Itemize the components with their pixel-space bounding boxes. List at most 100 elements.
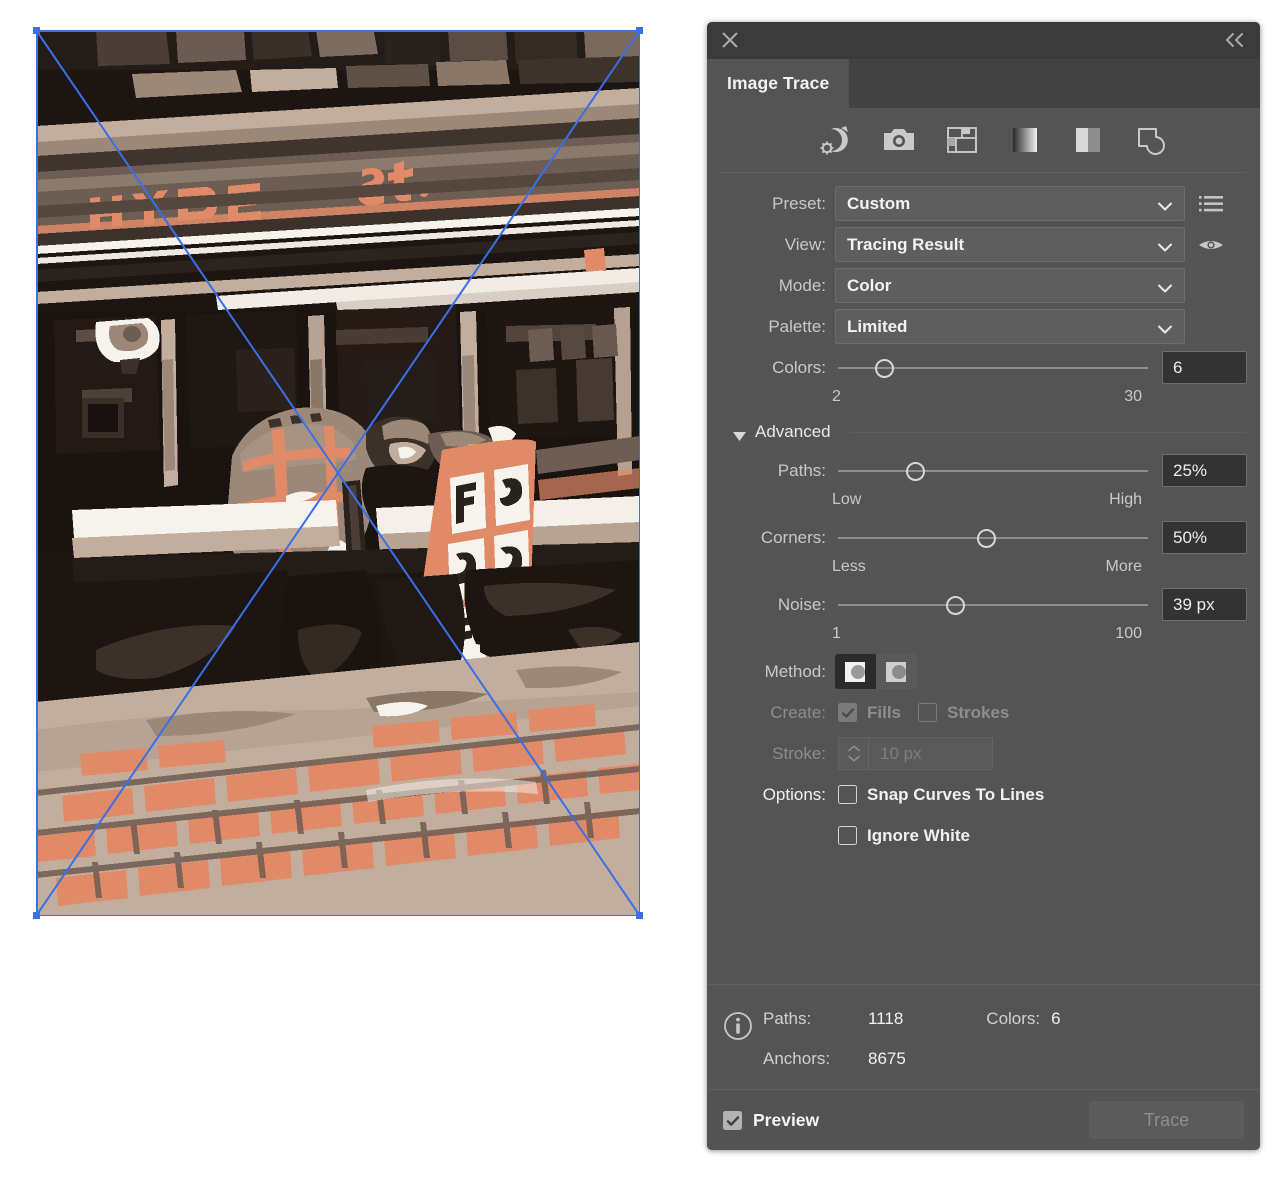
high-color-photo-icon[interactable] — [882, 123, 916, 157]
panel-tab-strip: Image Trace — [707, 59, 1260, 108]
preset-select[interactable]: Custom — [835, 186, 1185, 221]
selection-handle-bottom-right[interactable] — [636, 912, 643, 919]
auto-color-icon[interactable] — [819, 123, 853, 157]
black-and-white-icon[interactable] — [1071, 123, 1105, 157]
trace-info-section: Paths: 1118 Colors: 6 Anchors: 8675 — [707, 984, 1260, 1089]
close-icon[interactable] — [721, 31, 739, 49]
info-icon — [723, 1011, 753, 1041]
paths-slider[interactable] — [838, 456, 1148, 486]
options-label: Options: — [707, 785, 835, 805]
selection-handle-bottom-left[interactable] — [33, 912, 40, 919]
trace-button-label: Trace — [1144, 1110, 1189, 1131]
trace-button[interactable]: Trace — [1089, 1101, 1244, 1139]
create-strokes-option[interactable]: Strokes — [918, 703, 1009, 723]
method-toggle-group — [835, 654, 917, 689]
paths-scale: Low High — [707, 491, 1260, 517]
colors-min-label: 2 — [832, 388, 841, 406]
corners-slider-thumb[interactable] — [977, 529, 996, 548]
selection-handle-top-right[interactable] — [636, 27, 643, 34]
mode-label: Mode: — [707, 276, 835, 296]
noise-slider-thumb[interactable] — [946, 596, 965, 615]
paths-value-field[interactable]: 25% — [1162, 454, 1247, 487]
row-view: View: Tracing Result — [707, 224, 1260, 265]
paths-slider-thumb[interactable] — [906, 462, 925, 481]
info-colors-value: 6 — [1051, 1009, 1060, 1029]
chevron-down-icon — [1158, 198, 1172, 207]
fills-checkbox[interactable] — [838, 703, 857, 722]
corners-value-field[interactable]: 50% — [1162, 521, 1247, 554]
mode-value: Color — [836, 276, 891, 296]
preview-checkbox[interactable] — [723, 1111, 742, 1130]
preset-menu-icon[interactable] — [1194, 189, 1228, 219]
colors-scale: 2 30 — [707, 388, 1260, 414]
info-anchors-value: 8675 — [868, 1049, 906, 1069]
noise-slider[interactable] — [838, 590, 1148, 620]
tab-image-trace[interactable]: Image Trace — [707, 59, 849, 108]
row-options-snap: Options: Snap Curves To Lines — [707, 774, 1260, 815]
info-anchors-label: Anchors: — [763, 1049, 868, 1069]
info-row-anchors: Anchors: 8675 — [763, 1039, 1260, 1079]
panel-body: Preset: Custom — [707, 108, 1260, 1150]
selection-handle-top-left[interactable] — [33, 27, 40, 34]
strokes-checkbox[interactable] — [918, 703, 937, 722]
view-select[interactable]: Tracing Result — [835, 227, 1185, 262]
row-colors: Colors: 6 — [707, 347, 1260, 388]
stroke-input[interactable]: 10 px — [868, 737, 993, 770]
corners-slider[interactable] — [838, 523, 1148, 553]
row-options-ignore-white: Ignore White — [707, 815, 1260, 856]
advanced-label: Advanced — [755, 422, 831, 442]
palette-label: Palette: — [707, 317, 835, 337]
ignore-white-option[interactable]: Ignore White — [838, 826, 970, 846]
paths-label: Paths: — [707, 461, 835, 481]
snap-curves-checkbox[interactable] — [838, 785, 857, 804]
stroke-stepper[interactable] — [838, 737, 868, 770]
stroke-input-group[interactable]: 10 px — [838, 737, 993, 770]
colors-value-field[interactable]: 6 — [1162, 351, 1247, 384]
artboard-selection[interactable] — [36, 30, 640, 916]
chevron-down-icon — [1158, 239, 1172, 248]
eye-icon[interactable] — [1194, 230, 1228, 260]
create-fills-option[interactable]: Fills — [838, 703, 901, 723]
abutting-method-icon[interactable] — [835, 654, 876, 689]
ignore-white-checkbox[interactable] — [838, 826, 857, 845]
noise-value-field[interactable]: 39 px — [1162, 588, 1247, 621]
method-label: Method: — [707, 662, 835, 682]
colors-slider[interactable] — [838, 353, 1148, 383]
mode-select[interactable]: Color — [835, 268, 1185, 303]
settings-rows: Preset: Custom — [707, 173, 1260, 856]
advanced-section-header[interactable]: Advanced — [707, 414, 1260, 450]
preset-label: Preset: — [707, 194, 835, 214]
colors-slider-thumb[interactable] — [875, 359, 894, 378]
double-chevron-left-icon[interactable] — [1224, 30, 1246, 50]
trace-info-grid: Paths: 1118 Colors: 6 Anchors: 8675 — [763, 999, 1260, 1079]
row-stroke: Stroke: 10 px — [707, 733, 1260, 774]
info-paths-value: 1118 — [868, 1009, 903, 1029]
row-palette: Palette: Limited — [707, 306, 1260, 347]
create-label: Create: — [707, 703, 835, 723]
preview-label: Preview — [753, 1110, 819, 1131]
strokes-label: Strokes — [947, 703, 1009, 723]
info-paths-label: Paths: — [763, 1009, 868, 1029]
outline-icon[interactable] — [1134, 123, 1168, 157]
panel-footer: Preview Trace — [707, 1089, 1260, 1150]
advanced-header-rule — [850, 432, 1246, 433]
paths-max-label: High — [1109, 491, 1142, 509]
palette-select[interactable]: Limited — [835, 309, 1185, 344]
noise-label: Noise: — [707, 595, 835, 615]
tab-strip-empty — [849, 59, 1260, 108]
snap-curves-option[interactable]: Snap Curves To Lines — [838, 785, 1044, 805]
preset-icons-toolbar — [707, 108, 1260, 172]
overlapping-method-icon[interactable] — [876, 654, 917, 689]
corners-label: Corners: — [707, 528, 835, 548]
chevron-down-icon — [1158, 280, 1172, 289]
paths-slider-track — [838, 470, 1148, 472]
grayscale-icon[interactable] — [1008, 123, 1042, 157]
low-color-icon[interactable] — [945, 123, 979, 157]
row-preset: Preset: Custom — [707, 183, 1260, 224]
paths-min-label: Low — [832, 491, 861, 509]
row-noise: Noise: 39 px — [707, 584, 1260, 625]
ignore-white-label: Ignore White — [867, 826, 970, 846]
corners-scale: Less More — [707, 558, 1260, 584]
row-mode: Mode: Color — [707, 265, 1260, 306]
colors-max-label: 30 — [1124, 388, 1142, 406]
